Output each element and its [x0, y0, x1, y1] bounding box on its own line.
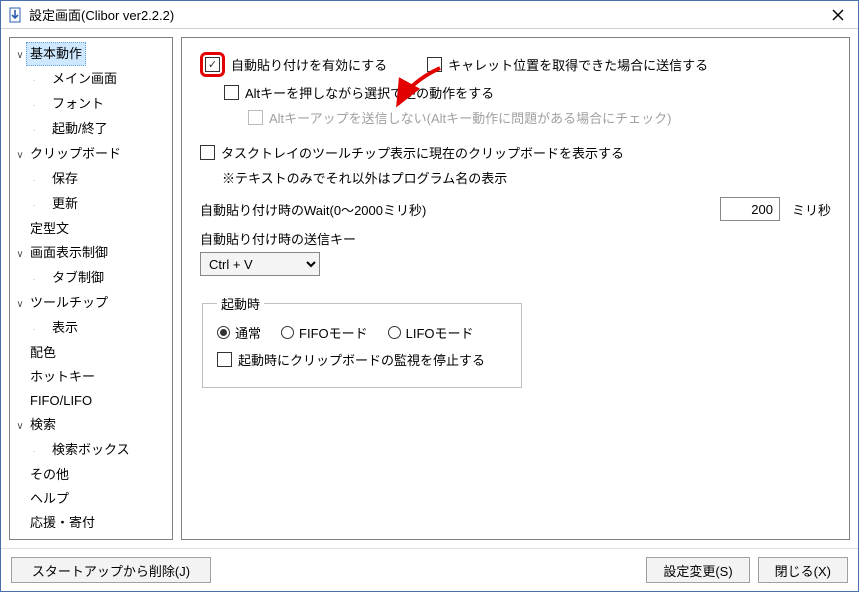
tree-item[interactable]: 起動/終了 — [48, 117, 112, 141]
tree-panel: ∨基本動作·メイン画面·フォント·起動/終了∨クリップボード·保存·更新 定型文… — [9, 37, 173, 540]
startup-delete-button[interactable]: スタートアップから削除(J) — [11, 557, 211, 583]
caret-send-label: キャレット位置を取得できた場合に送信する — [448, 55, 708, 74]
body: ∨基本動作·メイン画面·フォント·起動/終了∨クリップボード·保存·更新 定型文… — [1, 29, 858, 548]
tree-item[interactable]: フォント — [48, 92, 108, 116]
tasktray-tooltip-checkbox[interactable] — [200, 145, 215, 160]
tree-item[interactable]: ホットキー — [26, 365, 99, 389]
radio-fifo[interactable]: FIFOモード — [281, 323, 368, 342]
tree-toggle-icon[interactable]: ∨ — [14, 416, 26, 438]
tasktray-tooltip-label: タスクトレイのツールチップ表示に現在のクリップボードを表示する — [221, 143, 624, 162]
startup-stop-monitor-checkbox[interactable] — [217, 352, 232, 367]
caret-send-checkbox[interactable] — [427, 57, 442, 72]
wait-label: 自動貼り付け時のWait(0～2000ミリ秒) — [200, 200, 426, 219]
alt-keyup-label: Altキーアップを送信しない(Altキー動作に問題がある場合にチェック) — [269, 108, 671, 127]
button-bar: スタートアップから削除(J) 設定変更(S) 閉じる(X) — [1, 548, 858, 591]
radio-lifo-label: LIFOモード — [406, 323, 474, 342]
tree-item[interactable]: クリップボード — [26, 142, 125, 166]
radio-normal[interactable]: 通常 — [217, 323, 261, 342]
tree-item[interactable]: その他 — [26, 463, 73, 487]
app-icon — [7, 7, 23, 23]
alt-reverse-checkbox[interactable] — [224, 85, 239, 100]
tree-item[interactable]: ヘルプ — [26, 487, 73, 511]
tree-item[interactable]: 保存 — [48, 167, 82, 191]
tree-item[interactable]: 検索ボックス — [48, 438, 134, 462]
tree-item[interactable]: バージョン — [26, 535, 99, 540]
tree-item[interactable]: 検索 — [26, 413, 60, 437]
annotation-highlight — [200, 52, 225, 77]
tree-toggle-icon[interactable]: ∨ — [14, 244, 26, 266]
send-key-select[interactable]: Ctrl + V — [200, 252, 320, 276]
titlebar: 設定画面(Clibor ver2.2.2) — [1, 1, 858, 29]
radio-normal-label: 通常 — [235, 323, 261, 342]
alt-reverse-label: Altキーを押しながら選択で逆の動作をする — [245, 83, 494, 102]
tree-item[interactable]: メイン画面 — [48, 67, 121, 91]
tree-item[interactable]: タブ制御 — [48, 266, 108, 290]
radio-fifo-label: FIFOモード — [299, 323, 368, 342]
tree-toggle-icon[interactable]: ∨ — [14, 45, 26, 67]
send-key-label: 自動貼り付け時の送信キー — [200, 229, 831, 248]
radio-lifo-dot — [388, 326, 401, 339]
radio-normal-dot — [217, 326, 230, 339]
close-icon[interactable] — [818, 1, 858, 29]
apply-button[interactable]: 設定変更(S) — [646, 557, 749, 583]
alt-keyup-checkbox — [248, 110, 263, 125]
tree-item[interactable]: ツールチップ — [26, 291, 112, 315]
auto-paste-label: 自動貼り付けを有効にする — [231, 55, 387, 74]
window-title: 設定画面(Clibor ver2.2.2) — [29, 5, 818, 24]
tree-toggle-icon[interactable]: ∨ — [14, 294, 26, 316]
tree-item[interactable]: 画面表示制御 — [26, 241, 112, 265]
radio-lifo[interactable]: LIFOモード — [388, 323, 474, 342]
tasktray-note: ※テキストのみでそれ以外はプログラム名の表示 — [222, 168, 831, 187]
settings-window: 設定画面(Clibor ver2.2.2) ∨基本動作·メイン画面·フォント·起… — [0, 0, 859, 592]
tree-item[interactable]: 配色 — [26, 341, 60, 365]
tree-item[interactable]: 表示 — [48, 316, 82, 340]
auto-paste-checkbox[interactable] — [205, 57, 220, 72]
tree-item[interactable]: 応援・寄付 — [26, 511, 99, 535]
startup-fieldset: 起動時 通常 FIFOモード LIFOモード — [202, 294, 522, 388]
tree-item[interactable]: 基本動作 — [26, 42, 86, 66]
close-button[interactable]: 閉じる(X) — [758, 557, 848, 583]
nav-tree: ∨基本動作·メイン画面·フォント·起動/終了∨クリップボード·保存·更新 定型文… — [12, 42, 170, 540]
wait-unit: ミリ秒 — [792, 200, 831, 219]
radio-fifo-dot — [281, 326, 294, 339]
tree-item[interactable]: FIFO/LIFO — [26, 389, 96, 413]
startup-stop-monitor-label: 起動時にクリップボードの監視を停止する — [238, 350, 485, 369]
tree-toggle-icon[interactable]: ∨ — [14, 145, 26, 167]
wait-input[interactable] — [720, 197, 780, 221]
startup-legend: 起動時 — [217, 294, 264, 313]
tree-item[interactable]: 定型文 — [26, 217, 73, 241]
content-panel: 自動貼り付けを有効にする キャレット位置を取得できた場合に送信する Altキーを… — [181, 37, 850, 540]
tree-item[interactable]: 更新 — [48, 192, 82, 216]
